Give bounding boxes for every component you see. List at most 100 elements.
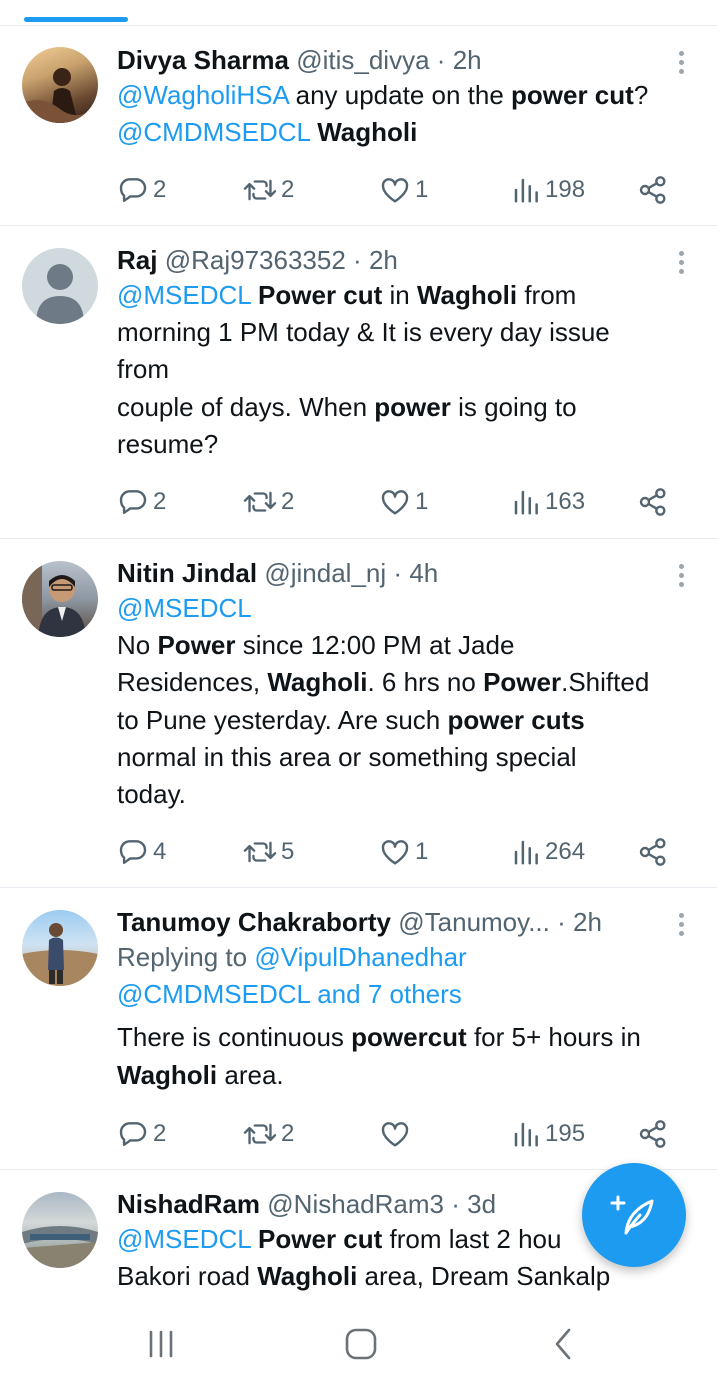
- mention-link[interactable]: @MSEDCL: [117, 280, 251, 310]
- author-handle[interactable]: @Tanumoy...: [398, 907, 550, 937]
- reply-button[interactable]: 2: [117, 1114, 166, 1154]
- author-name[interactable]: NishadRam: [117, 1189, 260, 1219]
- mention-link[interactable]: @CMDMSEDCL and 7 others: [117, 979, 462, 1009]
- reply-icon: [119, 840, 147, 864]
- share-button[interactable]: [637, 482, 669, 522]
- views-button[interactable]: 264: [511, 832, 585, 872]
- author-name[interactable]: Divya Sharma: [117, 45, 289, 75]
- view-count: 264: [545, 838, 586, 865]
- text-segment: any update on the: [288, 80, 512, 110]
- tweet[interactable]: Raj @Raj97363352 · 2h @MSEDCL Power cut …: [0, 226, 717, 539]
- more-options-icon[interactable]: [671, 48, 691, 78]
- timestamp[interactable]: 3d: [467, 1189, 496, 1219]
- separator: ·: [451, 1189, 460, 1219]
- avatar[interactable]: [22, 47, 98, 123]
- compose-post-button[interactable]: [582, 1163, 686, 1267]
- timestamp[interactable]: 2h: [453, 45, 482, 75]
- home-icon: [345, 1328, 377, 1360]
- replying-to-label: Replying to: [117, 942, 255, 972]
- views-icon: [514, 840, 538, 865]
- retweet-button[interactable]: 5: [243, 832, 294, 872]
- tweet[interactable]: Divya Sharma @itis_divya · 2h @WagholiHS…: [0, 26, 717, 226]
- tweet[interactable]: Tanumoy Chakraborty @Tanumoy... · 2h Rep…: [0, 888, 717, 1170]
- like-button[interactable]: [379, 1114, 415, 1154]
- more-options-icon[interactable]: [671, 910, 691, 940]
- avatar[interactable]: [22, 910, 98, 986]
- share-button[interactable]: [637, 1114, 669, 1154]
- more-options-icon[interactable]: [671, 248, 691, 278]
- back-button[interactable]: [540, 1320, 588, 1368]
- text-segment: couple of days. When: [117, 391, 375, 422]
- keyword-highlight: Power: [483, 667, 562, 698]
- author-name[interactable]: Tanumoy Chakraborty: [117, 907, 391, 937]
- author-handle[interactable]: @itis_divya: [296, 45, 429, 75]
- active-tab-indicator: [24, 17, 128, 22]
- user-photo-icon: [22, 923, 98, 986]
- reply-icon: [119, 178, 147, 202]
- tweet-actions: 2 2 1 198: [117, 170, 677, 210]
- retweet-icon: [243, 841, 277, 863]
- mention-link[interactable]: @WagholiHSA: [117, 80, 288, 110]
- views-button[interactable]: 163: [511, 482, 585, 522]
- keyword-highlight: Wagholi: [257, 1261, 358, 1292]
- text-segment: area.: [217, 1059, 284, 1090]
- like-button[interactable]: 1: [379, 482, 428, 522]
- keyword-highlight: Wagholi: [416, 280, 518, 310]
- user-photo-icon: [22, 1226, 98, 1268]
- author-name[interactable]: Nitin Jindal: [117, 558, 257, 588]
- keyword-highlight: power cut: [511, 80, 634, 110]
- retweet-count: 2: [281, 488, 295, 515]
- tweet-header: Nitin Jindal @jindal_nj · 4h: [117, 556, 697, 590]
- view-count: 195: [545, 1120, 586, 1147]
- views-button[interactable]: 195: [511, 1114, 585, 1154]
- author-handle[interactable]: @jindal_nj: [264, 558, 386, 588]
- timestamp[interactable]: 2h: [369, 245, 398, 275]
- heart-icon: [381, 1122, 409, 1147]
- share-button[interactable]: [637, 832, 669, 872]
- user-photo-icon: [22, 68, 98, 123]
- compose-post-icon: [610, 1195, 654, 1235]
- keyword-highlight: Wagholi: [267, 667, 368, 698]
- retweet-count: 2: [281, 176, 295, 203]
- retweet-button[interactable]: 2: [243, 1114, 294, 1154]
- author-handle[interactable]: @NishadRam3: [267, 1189, 444, 1219]
- mention-link[interactable]: @MSEDCL: [117, 1224, 251, 1254]
- recent-apps-button[interactable]: [137, 1320, 185, 1368]
- text-segment: Residences,: [117, 667, 268, 698]
- avatar[interactable]: [22, 561, 98, 637]
- retweet-icon: [243, 179, 277, 201]
- avatar[interactable]: [22, 1192, 98, 1268]
- tweet-text: Replying to @VipulDhanedhar @CMDMSEDCL an…: [117, 939, 697, 1094]
- keyword-highlight: Wagholi: [317, 117, 418, 148]
- views-button[interactable]: 198: [511, 170, 585, 210]
- like-button[interactable]: 1: [379, 832, 428, 872]
- reply-button[interactable]: 2: [117, 482, 166, 522]
- avatar[interactable]: [22, 248, 98, 324]
- author-handle[interactable]: @Raj97363352: [165, 245, 346, 275]
- tweet-actions: 4 5 1 264: [117, 832, 677, 872]
- reply-count: 2: [153, 1120, 167, 1147]
- home-button[interactable]: [337, 1320, 385, 1368]
- keyword-highlight: Power: [157, 630, 236, 661]
- like-button[interactable]: 1: [379, 170, 428, 210]
- more-options-icon[interactable]: [671, 561, 691, 591]
- reply-button[interactable]: 4: [117, 832, 166, 872]
- mention-link[interactable]: @VipulDhanedhar: [254, 942, 466, 972]
- text-segment: [251, 1224, 258, 1254]
- share-button[interactable]: [637, 170, 669, 210]
- views-icon: [514, 490, 538, 515]
- timestamp[interactable]: 4h: [409, 558, 438, 588]
- share-icon: [639, 1120, 666, 1148]
- mention-link[interactable]: @CMDMSEDCL: [117, 117, 310, 147]
- timestamp[interactable]: 2h: [573, 907, 602, 937]
- mention-link[interactable]: @MSEDCL: [117, 593, 252, 623]
- author-name[interactable]: Raj: [117, 245, 157, 275]
- tweet-text: @MSEDCL No Power since 12:00 PM at Jade Re…: [117, 590, 697, 813]
- retweet-button[interactable]: 2: [243, 482, 294, 522]
- retweet-button[interactable]: 2: [243, 170, 294, 210]
- views-icon: [514, 1122, 538, 1147]
- text-segment: in: [382, 280, 417, 310]
- reply-button[interactable]: 2: [117, 170, 166, 210]
- separator: ·: [557, 907, 566, 937]
- tweet[interactable]: Nitin Jindal @jindal_nj · 4h @MSEDCL No P…: [0, 539, 717, 888]
